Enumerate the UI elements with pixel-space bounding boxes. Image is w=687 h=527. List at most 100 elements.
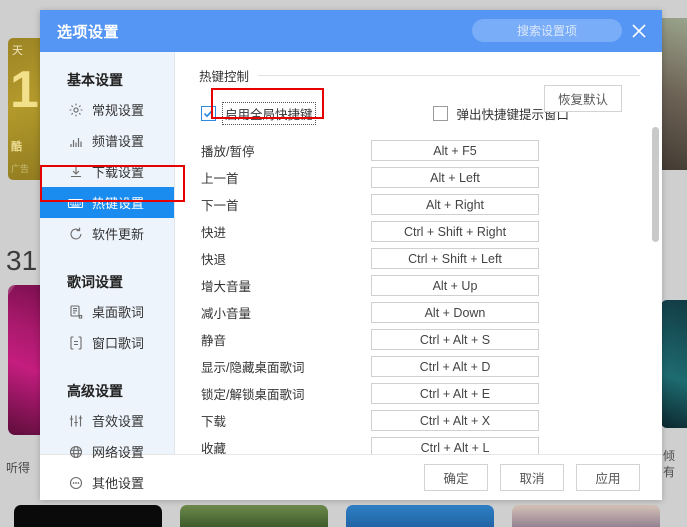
sidebar-item-sound-effects[interactable]: 音效设置 <box>40 405 174 436</box>
hotkey-row: 快退 Ctrl + Shift + Left <box>175 245 662 272</box>
main-panel: 热键控制 启用全局快捷键 弹出快捷键提示窗口 恢复默认 播放/暂停 Alt + … <box>175 52 662 454</box>
ad-sub-text: 酷 <box>11 141 22 153</box>
sidebar-item-label: 常规设置 <box>92 103 145 118</box>
hotkey-name: 快退 <box>201 253 227 267</box>
sidebar-group-title-basic: 基本设置 <box>67 72 123 88</box>
ok-button[interactable]: 确定 <box>424 464 488 491</box>
dialog-body: 基本设置 常规设置 频谱设置 下载设置 热键设置 软件更新 歌词设置 桌面歌词 … <box>40 52 662 491</box>
background-card-right-bottom[interactable] <box>661 300 687 428</box>
ad-top-text: 天 <box>12 45 23 57</box>
sidebar-item-label: 热键设置 <box>92 196 145 211</box>
sidebar-group-title-advanced: 高级设置 <box>67 383 123 399</box>
hotkey-value[interactable]: Alt + F5 <box>371 140 539 161</box>
sidebar-item-label: 音效设置 <box>92 414 145 429</box>
sidebar-item-window-lyrics[interactable]: 窗口歌词 <box>40 327 174 358</box>
hotkey-name: 播放/暂停 <box>201 145 255 159</box>
sidebar-item-download[interactable]: 下载设置 <box>40 156 174 187</box>
download-icon <box>67 163 84 180</box>
sliders-icon <box>67 412 84 429</box>
dialog-title: 选项设置 <box>57 23 120 41</box>
hotkey-row: 快进 Ctrl + Shift + Right <box>175 218 662 245</box>
sidebar-item-label: 其他设置 <box>92 476 145 491</box>
background-bottom-cards <box>0 501 687 527</box>
checkbox-hotkey-tip-window[interactable] <box>432 105 448 121</box>
hotkey-value[interactable]: Ctrl + Alt + E <box>371 383 539 404</box>
option-label-global-hotkey: 启用全局快捷键 <box>222 101 316 125</box>
section-header: 热键控制 <box>199 66 640 85</box>
hotkey-value[interactable]: Ctrl + Alt + X <box>371 410 539 431</box>
sidebar-item-label: 窗口歌词 <box>92 336 145 351</box>
hotkey-value[interactable]: Alt + Right <box>371 194 539 215</box>
hotkey-name: 显示/隐藏桌面歌词 <box>201 361 305 375</box>
apply-button[interactable]: 应用 <box>576 464 640 491</box>
hotkey-name: 上一首 <box>201 172 239 186</box>
sidebar-item-label: 频谱设置 <box>92 134 145 149</box>
options-dialog: 选项设置 搜索设置项 基本设置 常规设置 频谱设置 下载设置 热键设置 软件更新… <box>40 10 662 500</box>
hotkey-name: 收藏 <box>201 442 227 454</box>
hotkey-value[interactable]: Ctrl + Shift + Left <box>371 248 539 269</box>
sidebar-group-title-lyrics: 歌词设置 <box>67 274 123 290</box>
screen: 天 1 酷 广告 31 听得 倾有 选项设置 搜索设置项 基本设置 常规设置 频… <box>0 0 687 527</box>
globe-icon <box>67 443 84 460</box>
restore-defaults-button[interactable]: 恢复默认 <box>544 85 622 112</box>
hotkey-value[interactable]: Alt + Down <box>371 302 539 323</box>
refresh-icon <box>67 225 84 242</box>
hotkey-value[interactable]: Ctrl + Alt + L <box>371 437 539 454</box>
hotkey-row: 播放/暂停 Alt + F5 <box>175 137 662 164</box>
sidebar-item-update[interactable]: 软件更新 <box>40 218 174 249</box>
sidebar-item-label: 桌面歌词 <box>92 305 145 320</box>
close-icon[interactable] <box>628 20 650 42</box>
keyboard-icon <box>67 194 84 211</box>
option-row-global-hotkey[interactable]: 启用全局快捷键 <box>201 101 316 125</box>
hotkey-name: 快进 <box>201 226 227 240</box>
background-caption-right: 倾有 <box>663 449 676 479</box>
vertical-scrollbar-thumb[interactable] <box>652 127 659 242</box>
hotkey-row: 收藏 Ctrl + Alt + L <box>175 434 662 454</box>
ellipsis-icon <box>67 474 84 491</box>
album-caption: 听得 <box>6 461 31 475</box>
hotkey-value[interactable]: Ctrl + Alt + S <box>371 329 539 350</box>
hotkey-name: 下载 <box>201 415 227 429</box>
section-title: 热键控制 <box>199 70 250 84</box>
hotkey-name: 减小音量 <box>201 307 252 321</box>
background-count: 31 <box>6 245 38 276</box>
sidebar-item-label: 软件更新 <box>92 227 145 242</box>
dialog-titlebar: 选项设置 搜索设置项 <box>40 10 662 52</box>
search-placeholder: 搜索设置项 <box>516 24 577 38</box>
sidebar-item-label: 下载设置 <box>92 165 145 180</box>
ad-big-text: 1 <box>10 61 39 119</box>
sidebar-item-desktop-lyrics[interactable]: 桌面歌词 <box>40 296 174 327</box>
hotkey-row: 锁定/解锁桌面歌词 Ctrl + Alt + E <box>175 380 662 407</box>
checkbox-enable-global-hotkey[interactable] <box>201 105 216 121</box>
hotkey-value[interactable]: Alt + Up <box>371 275 539 296</box>
hotkey-row: 下一首 Alt + Right <box>175 191 662 218</box>
hotkey-value[interactable]: Ctrl + Alt + D <box>371 356 539 377</box>
hotkey-row: 静音 Ctrl + Alt + S <box>175 326 662 353</box>
hotkey-row: 显示/隐藏桌面歌词 Ctrl + Alt + D <box>175 353 662 380</box>
sidebar-item-network[interactable]: 网络设置 <box>40 436 174 467</box>
cancel-button[interactable]: 取消 <box>500 464 564 491</box>
hotkey-value[interactable]: Alt + Left <box>371 167 539 188</box>
hotkey-row: 上一首 Alt + Left <box>175 164 662 191</box>
hotkey-name: 锁定/解锁桌面歌词 <box>201 388 305 402</box>
search-input[interactable]: 搜索设置项 <box>472 19 622 42</box>
hotkey-row: 减小音量 Alt + Down <box>175 299 662 326</box>
sidebar-item-other[interactable]: 其他设置 <box>40 467 174 498</box>
hotkey-value[interactable]: Ctrl + Shift + Right <box>371 221 539 242</box>
bottom-card-1[interactable] <box>14 505 162 527</box>
sidebar-item-label: 网络设置 <box>92 445 145 460</box>
hotkey-row: 增大音量 Alt + Up <box>175 272 662 299</box>
bottom-card-3[interactable] <box>346 505 494 527</box>
sidebar-item-spectrum[interactable]: 频谱设置 <box>40 125 174 156</box>
hotkey-row: 下载 Ctrl + Alt + X <box>175 407 662 434</box>
bottom-card-4[interactable] <box>512 505 660 527</box>
section-divider <box>258 75 640 76</box>
hotkey-name: 增大音量 <box>201 280 252 294</box>
sidebar-item-hotkey[interactable]: 热键设置 <box>40 187 174 218</box>
sidebar-item-general[interactable]: 常规设置 <box>40 94 174 125</box>
ad-tag: 广告 <box>11 164 30 174</box>
bottom-card-2[interactable] <box>180 505 328 527</box>
hotkey-name: 静音 <box>201 334 227 348</box>
hotkey-list: 播放/暂停 Alt + F5 上一首 Alt + Left 下一首 Alt + … <box>175 137 662 454</box>
gear-icon <box>67 101 84 118</box>
